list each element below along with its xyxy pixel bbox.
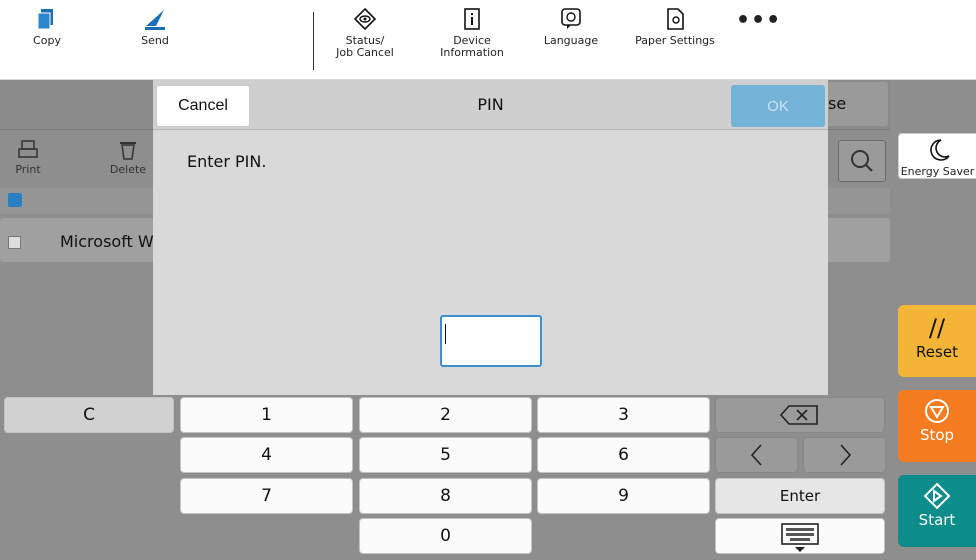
key-2[interactable]: 2: [359, 397, 532, 433]
send-button[interactable]: Send: [130, 6, 180, 47]
background-item-name: Microsoft W: [60, 232, 154, 251]
ok-button[interactable]: OK: [731, 85, 825, 127]
background-close-button: se: [820, 82, 888, 126]
print-icon: [18, 140, 38, 158]
text-caret: [445, 324, 446, 344]
copy-button[interactable]: Copy: [22, 6, 72, 47]
copy-label: Copy: [33, 34, 61, 47]
cancel-button[interactable]: Cancel: [156, 85, 250, 127]
device-info-icon: [464, 8, 480, 30]
chevron-right-icon: [839, 444, 851, 466]
pin-dialog-header: PIN Cancel OK: [153, 80, 828, 130]
moon-icon: [929, 139, 950, 161]
start-icon: [923, 482, 951, 510]
key-8[interactable]: 8: [359, 478, 532, 514]
reset-label: Reset: [916, 343, 958, 361]
row-checkbox: [8, 236, 21, 249]
cursor-left-key[interactable]: [715, 437, 798, 473]
pin-input[interactable]: [440, 315, 542, 367]
paper-settings-icon: [667, 8, 684, 30]
stop-label: Stop: [919, 426, 955, 444]
energy-saver-label: Energy Saver: [900, 165, 975, 178]
device-label-2: Information: [440, 46, 504, 59]
send-icon: [145, 10, 165, 30]
key-1[interactable]: 1: [180, 397, 353, 433]
paper-settings-label: Paper Settings: [635, 34, 715, 47]
more-menu-button[interactable]: •••: [736, 8, 781, 33]
key-7[interactable]: 7: [180, 478, 353, 514]
language-label: Language: [543, 34, 599, 47]
language-button[interactable]: Language: [536, 6, 606, 47]
reset-icon: //: [928, 314, 946, 342]
copy-icon: [37, 9, 53, 30]
energy-saver-button[interactable]: Energy Saver: [898, 133, 976, 179]
key-0[interactable]: 0: [359, 518, 532, 554]
stop-icon: [925, 399, 949, 423]
keyboard-icon: [781, 523, 819, 552]
paper-settings-button[interactable]: Paper Settings: [630, 6, 720, 47]
keyboard-toggle-key[interactable]: [715, 518, 885, 554]
key-9[interactable]: 9: [537, 478, 710, 514]
trash-icon: [120, 142, 136, 160]
clear-key[interactable]: C: [4, 397, 174, 433]
key-5[interactable]: 5: [359, 437, 532, 473]
language-icon: [561, 8, 581, 29]
start-button[interactable]: Start: [898, 475, 976, 547]
status-job-cancel-button[interactable]: Status/ Job Cancel: [330, 6, 400, 59]
backspace-icon: [779, 405, 818, 425]
print-label: Print: [15, 163, 41, 176]
start-label: Start: [918, 511, 956, 529]
status-label-2: Job Cancel: [336, 46, 394, 59]
pin-prompt: Enter PIN.: [187, 152, 267, 171]
delete-label: Delete: [109, 163, 147, 176]
stop-button[interactable]: Stop: [898, 390, 976, 462]
background-search-button: [838, 140, 886, 182]
key-3[interactable]: 3: [537, 397, 710, 433]
device-information-button[interactable]: Device Information: [432, 6, 512, 59]
toolbar-divider: [313, 12, 314, 70]
background-print-tool: Print: [8, 140, 48, 176]
cursor-right-key[interactable]: [803, 437, 886, 473]
backspace-key[interactable]: [715, 397, 885, 433]
pin-dialog: PIN Cancel OK Enter PIN.: [153, 80, 828, 395]
send-label: Send: [141, 34, 169, 47]
search-icon: [851, 150, 873, 172]
background-delete-tool: Delete: [106, 140, 150, 176]
enter-key[interactable]: Enter: [715, 478, 885, 514]
status-eye-icon: [353, 7, 377, 31]
pin-dialog-title: PIN: [477, 95, 504, 114]
top-toolbar: Copy Send Status/ Job Cancel Device Info…: [0, 0, 976, 80]
reset-button[interactable]: // Reset: [898, 305, 976, 377]
key-4[interactable]: 4: [180, 437, 353, 473]
select-all-checkbox: [8, 193, 22, 207]
chevron-left-icon: [750, 444, 762, 466]
key-6[interactable]: 6: [537, 437, 710, 473]
